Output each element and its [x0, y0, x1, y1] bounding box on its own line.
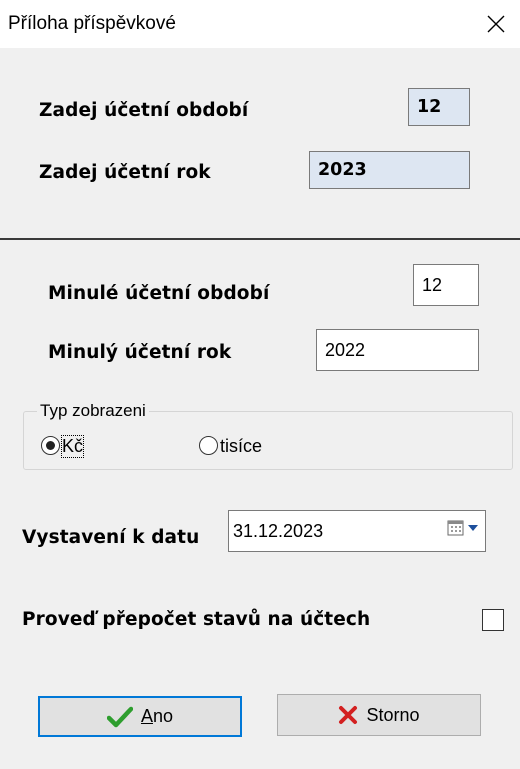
cancel-button[interactable]: Storno [277, 694, 481, 736]
previous-year-input[interactable]: 2022 [316, 329, 479, 371]
radio-kc-label[interactable]: Kč [60, 435, 85, 458]
calendar-icon [447, 520, 464, 536]
section-divider [0, 238, 520, 240]
calendar-dropdown-button[interactable] [447, 519, 479, 537]
previous-period-label: Minulé účetní období [48, 283, 270, 304]
current-year-field: 2023 [309, 151, 470, 189]
radio-tisice-label[interactable]: tisíce [220, 436, 262, 457]
issue-date-value: 31.12.2023 [233, 521, 324, 541]
current-year-label: Zadej účetní rok [39, 162, 211, 183]
previous-period-input[interactable]: 12 [413, 264, 479, 306]
radio-selected-dot [45, 440, 55, 450]
current-period-label: Zadej účetní období [39, 100, 249, 121]
close-button[interactable] [472, 0, 520, 48]
ok-button-label: Ano [140, 706, 174, 726]
recalc-label: Proveď přepočet stavů na účtech [22, 609, 371, 630]
issue-date-label: Vystavení k datu [22, 527, 200, 548]
close-icon [487, 15, 505, 33]
previous-year-label: Minulý účetní rok [48, 342, 232, 363]
checkmark-icon [106, 706, 133, 727]
cancel-button-label: Storno [366, 704, 420, 725]
window-title: Příloha příspěvkové [8, 13, 176, 34]
x-icon [339, 706, 358, 724]
issue-date-picker[interactable]: 31.12.2023 [228, 510, 486, 552]
radio-tisice[interactable] [199, 436, 218, 455]
dropdown-arrow-icon [468, 525, 478, 531]
title-bar: Příloha příspěvkové [0, 0, 520, 48]
recalc-checkbox[interactable] [482, 609, 504, 631]
display-type-legend: Typ zobrazeni [37, 401, 149, 421]
current-period-field: 12 [408, 88, 470, 126]
ok-button[interactable]: Ano [38, 696, 242, 737]
radio-kc[interactable] [41, 436, 60, 455]
